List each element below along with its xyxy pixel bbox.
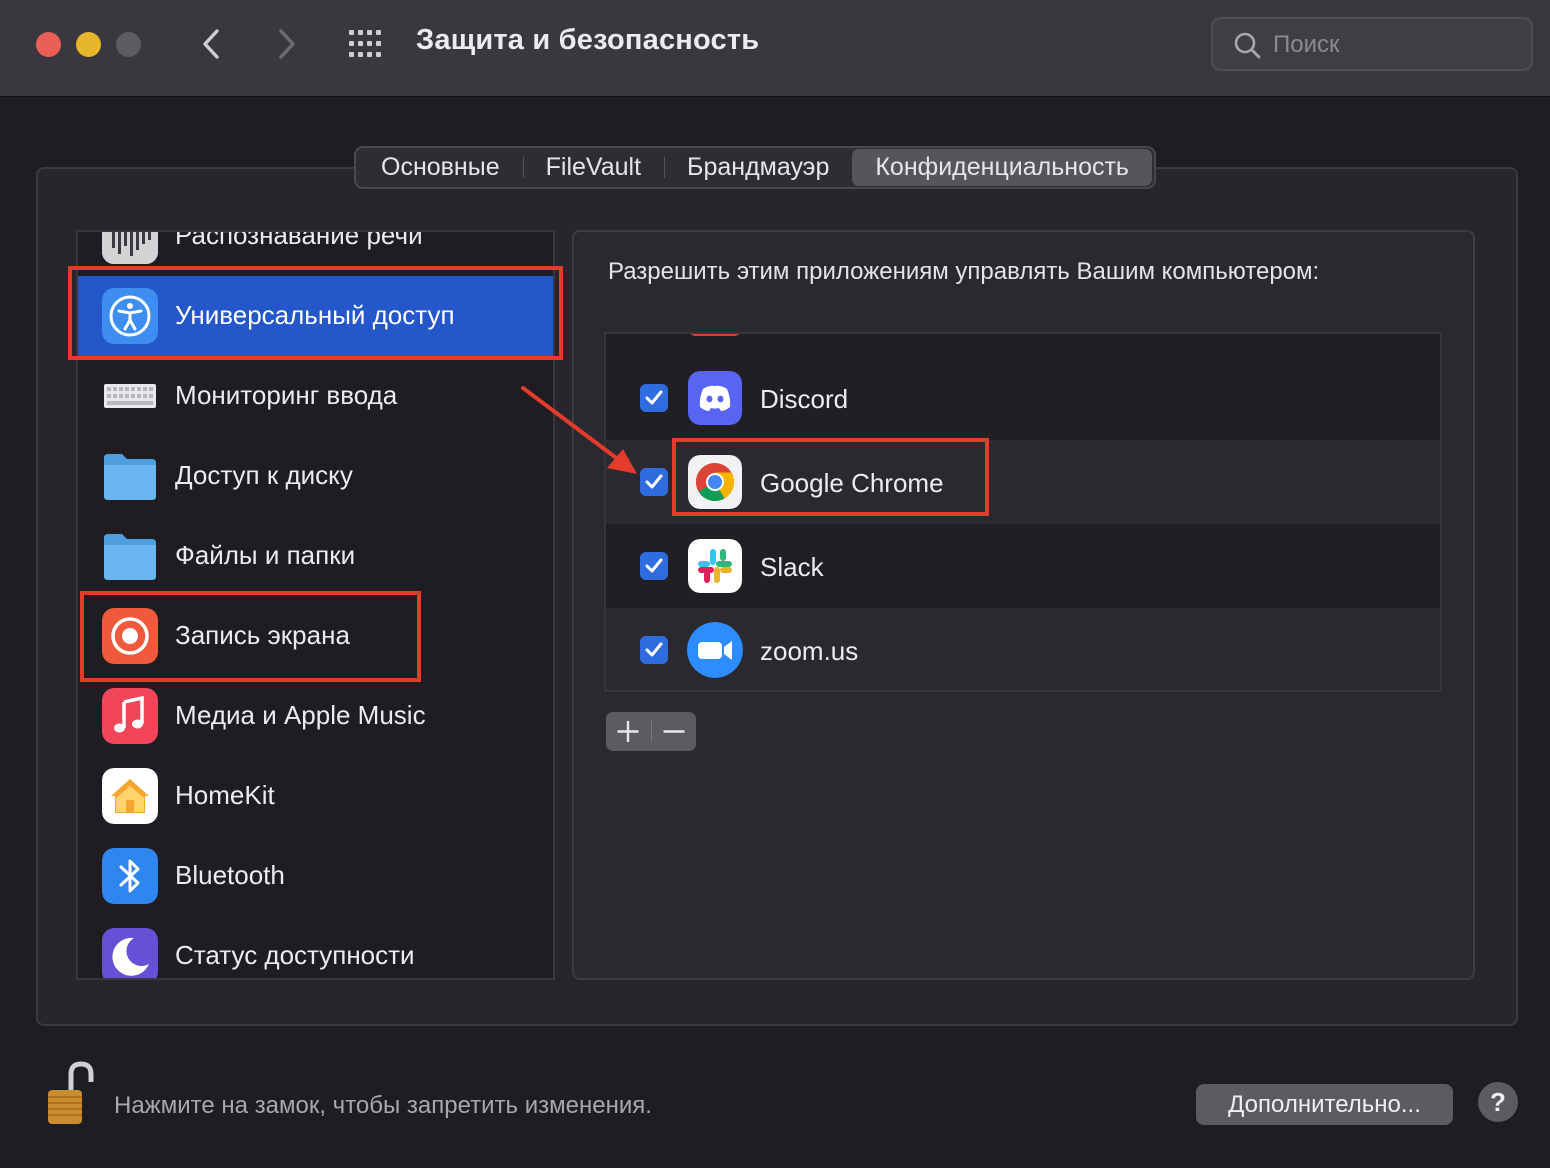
app-name: zoom.us (760, 636, 859, 666)
advanced-button[interactable]: Дополнительно... (1196, 1084, 1453, 1125)
annotation-arrow-icon (521, 386, 637, 474)
tab-filevault[interactable]: FileVault (522, 149, 664, 186)
add-remove-control (606, 712, 696, 751)
search-field[interactable] (1211, 17, 1533, 71)
annotation-highlight-chrome (672, 438, 989, 516)
lock-button[interactable] (44, 1060, 96, 1126)
sidebar-item-label: HomeKit (175, 780, 275, 810)
sidebar-item-media-apple-music[interactable]: Медиа и Apple Music (78, 676, 553, 756)
table-row[interactable]: zoom.us (606, 608, 1440, 690)
scrolled-row-remnant (688, 334, 742, 336)
sidebar-item-full-disk-access[interactable]: Доступ к диску (78, 436, 553, 516)
slack-checkbox[interactable] (640, 552, 668, 580)
sidebar-item-bluetooth[interactable]: Bluetooth (78, 836, 553, 916)
close-window-button[interactable] (36, 32, 61, 57)
speech-recognition-icon (102, 232, 158, 264)
sidebar-item-label: Доступ к диску (175, 460, 353, 490)
slack-icon (688, 539, 742, 593)
remove-app-button[interactable] (652, 712, 696, 751)
minimize-window-button[interactable] (76, 32, 101, 57)
show-all-button[interactable] (346, 26, 388, 62)
sidebar-item-label: Распознавание речи (175, 230, 423, 250)
chevron-left-icon (203, 29, 219, 59)
folder-icon (102, 528, 158, 584)
help-button[interactable]: ? (1478, 1082, 1518, 1122)
moon-icon (102, 928, 158, 978)
title-bar: Защита и безопасность (0, 0, 1550, 97)
sidebar-item-label: Bluetooth (175, 860, 285, 890)
music-note-icon (102, 688, 158, 744)
bluetooth-icon (102, 848, 158, 904)
zoom-window-button[interactable] (116, 32, 141, 57)
home-icon (102, 768, 158, 824)
app-name: Discord (760, 384, 849, 414)
unlocked-padlock-icon (48, 1061, 94, 1124)
lock-hint: Нажмите на замок, чтобы запретить измене… (114, 1092, 652, 1119)
forward-button[interactable] (267, 22, 307, 66)
folder-icon (102, 448, 158, 504)
window-title: Защита и безопасность (416, 24, 760, 56)
panel-heading: Разрешить этим приложениям управлять Ваш… (608, 258, 1320, 285)
sidebar-item-files-and-folders[interactable]: Файлы и папки (78, 516, 553, 596)
zoom-checkbox[interactable] (640, 636, 668, 664)
table-row[interactable]: Slack (606, 524, 1440, 608)
tab-firewall[interactable]: Брандмауэр (664, 149, 852, 186)
checkmark-icon (645, 558, 663, 573)
sidebar-item-homekit[interactable]: HomeKit (78, 756, 553, 836)
sidebar-item-label: Мониторинг ввода (175, 380, 398, 410)
sidebar-item-label: Файлы и папки (175, 540, 356, 570)
chevron-right-icon (279, 29, 295, 59)
discord-icon (688, 371, 742, 425)
search-icon (1234, 32, 1261, 59)
minus-icon (663, 730, 685, 733)
tab-privacy[interactable]: Конфиденциальность (852, 149, 1152, 186)
checkmark-icon (645, 642, 663, 657)
sidebar-item-focus-status[interactable]: Статус доступности (78, 916, 553, 978)
app-name: Slack (760, 552, 824, 582)
zoom-icon (687, 622, 743, 678)
back-button[interactable] (192, 22, 232, 66)
sidebar-item-input-monitoring[interactable]: Мониторинг ввода (78, 356, 553, 436)
add-app-button[interactable] (606, 712, 650, 751)
table-row[interactable]: Discord (606, 356, 1440, 440)
sidebar-item-label: Статус доступности (175, 940, 415, 970)
plus-icon (617, 721, 639, 742)
annotation-highlight-screen-recording (80, 591, 421, 682)
tab-bar: Основные FileVault Брандмауэр Конфиденци… (354, 146, 1156, 189)
annotation-highlight-accessibility (68, 266, 563, 360)
sidebar-item-label: Медиа и Apple Music (175, 700, 426, 730)
search-input[interactable] (1273, 31, 1513, 59)
tab-general[interactable]: Основные (358, 149, 523, 186)
grid-icon (349, 30, 381, 57)
keyboard-icon (102, 368, 158, 424)
